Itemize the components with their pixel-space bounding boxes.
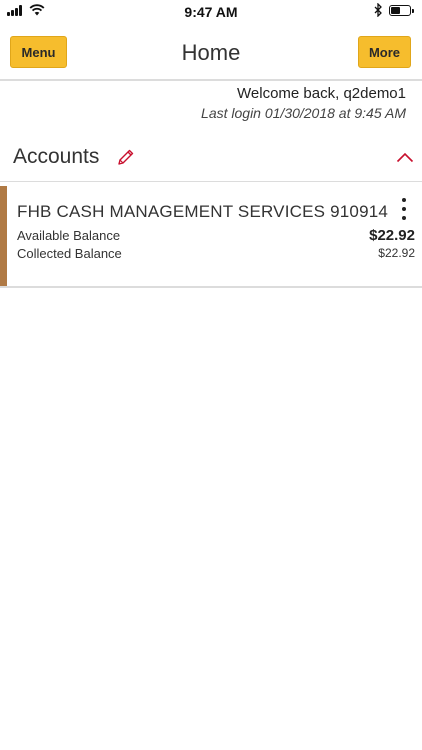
status-bar: 9:47 AM (0, 0, 422, 24)
accounts-section-header: Accounts (0, 135, 422, 182)
pencil-icon[interactable] (117, 148, 135, 166)
account-name: FHB CASH MANAGEMENT SERVICES 910914 (17, 202, 389, 221)
welcome-message: Welcome back, q2demo1 (237, 85, 406, 102)
battery-icon (389, 5, 414, 16)
account-card[interactable]: FHB CASH MANAGEMENT SERVICES 910914 Avai… (0, 186, 422, 288)
available-balance-value: $22.92 (369, 227, 415, 244)
available-balance-label: Available Balance (17, 228, 121, 243)
chevron-up-icon[interactable] (396, 151, 414, 163)
account-accent-bar (0, 186, 7, 286)
last-login-text: Last login 01/30/2018 at 9:45 AM (201, 105, 406, 121)
top-navigation-bar: Menu Home More (0, 24, 422, 81)
collected-balance-label: Collected Balance (17, 246, 122, 261)
bluetooth-icon (374, 3, 382, 17)
status-time: 9:47 AM (184, 4, 238, 20)
collected-balance-value: $22.92 (378, 246, 415, 260)
accounts-title: Accounts (13, 145, 100, 168)
more-options-icon[interactable] (398, 196, 410, 222)
more-button[interactable]: More (358, 36, 411, 68)
